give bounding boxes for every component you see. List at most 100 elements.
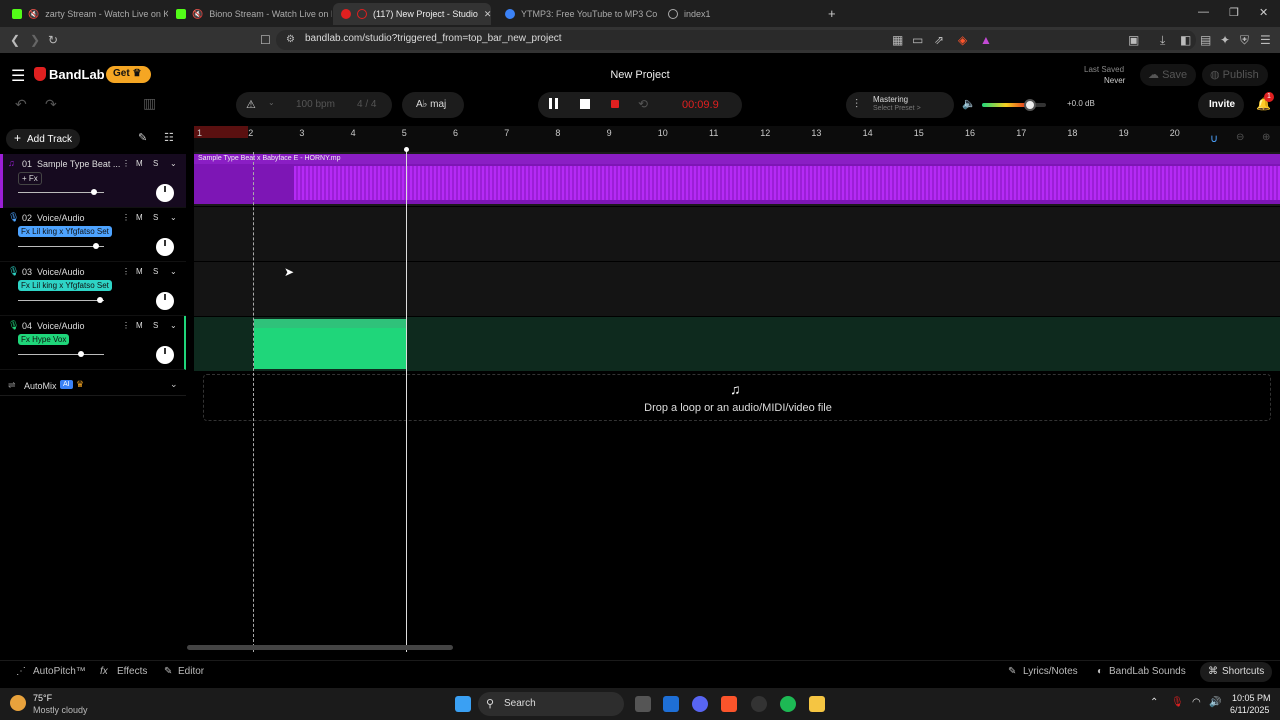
chevron-down-icon[interactable]: ⌄ [268, 98, 275, 107]
browser-tab[interactable]: YTMP3: Free YouTube to MP3 Conve [497, 3, 657, 25]
chevron-down-icon[interactable]: ⌄ [170, 379, 178, 390]
extensions-icon[interactable]: ✦ [1220, 33, 1230, 47]
track-menu-icon[interactable]: ⋮ [122, 213, 130, 222]
new-tab-icon[interactable]: + [828, 6, 836, 21]
chevron-down-icon[interactable]: ⌄ [170, 267, 177, 276]
audio-clip[interactable]: Sample Type Beat x Babyface E - HORNY.mp [194, 154, 1280, 204]
save-button[interactable]: ☁ Save [1140, 64, 1196, 86]
solo-button[interactable]: S [153, 213, 158, 222]
fx-tag[interactable]: Fx Hype Vox [18, 334, 70, 345]
maximize-icon[interactable]: ❐ [1229, 6, 1239, 19]
mute-button[interactable]: M [136, 321, 143, 330]
site-info-icon[interactable]: ⚙ [286, 34, 295, 45]
brave-icon[interactable] [721, 696, 737, 712]
playhead[interactable] [406, 148, 407, 652]
master-volume-slider[interactable] [982, 99, 1046, 111]
shortcuts-button[interactable]: ⌘ Shortcuts [1200, 662, 1272, 682]
weather-icon[interactable] [10, 695, 26, 711]
track-volume-slider[interactable] [91, 189, 98, 195]
pan-knob[interactable] [156, 292, 174, 310]
reader-icon[interactable]: ▦ [892, 33, 903, 47]
pan-knob[interactable] [156, 184, 174, 202]
loop-region[interactable] [194, 126, 248, 138]
playhead-handle[interactable] [404, 147, 409, 152]
track-lane-3[interactable] [194, 262, 1280, 316]
record-icon[interactable] [611, 100, 619, 108]
track-volume-slider[interactable] [92, 243, 99, 249]
add-track-button[interactable]: + Add Track [6, 129, 80, 149]
file-explorer-icon[interactable] [809, 696, 825, 712]
spotify-icon[interactable] [780, 696, 796, 712]
clock-time[interactable]: 10:05 PM [1232, 693, 1271, 703]
browser-tab[interactable]: index1 [660, 3, 820, 25]
sidebar-icon[interactable]: ▣ [1128, 33, 1139, 47]
zoom-in-icon[interactable]: ⊕ [1262, 132, 1270, 143]
track-name[interactable]: 02 Voice/Audio [22, 213, 85, 223]
chevron-down-icon[interactable]: ⌄ [170, 159, 177, 168]
track-row[interactable]: 🎙 03 Voice/Audio ⋮ M S ⌄ Fx Lil king x Y… [0, 262, 186, 316]
download-icon[interactable]: ⤓ [1160, 33, 1165, 48]
undo-icon[interactable]: ↶ [15, 96, 27, 113]
app-icon[interactable] [663, 696, 679, 712]
pan-knob[interactable] [156, 346, 174, 364]
loop-start-marker[interactable] [253, 152, 254, 652]
track-menu-icon[interactable]: ⋮ [122, 321, 130, 330]
drop-zone[interactable]: ♫ Drop a loop or an audio/MIDI/video fil… [203, 374, 1271, 421]
track-volume-slider[interactable] [97, 297, 104, 303]
clock-date[interactable]: 6/11/2025 [1230, 705, 1269, 715]
track-name[interactable]: 03 Voice/Audio [22, 267, 85, 277]
magnet-snap-icon[interactable]: ∪ [1210, 132, 1218, 145]
horizontal-scrollbar[interactable] [187, 645, 453, 650]
obs-icon[interactable] [751, 696, 767, 712]
task-view-icon[interactable] [635, 696, 651, 712]
windows-start-icon[interactable] [455, 696, 471, 712]
discord-icon[interactable] [692, 696, 708, 712]
taskbar-search[interactable]: ⚲ Search [478, 692, 624, 716]
edit-tool-icon[interactable]: ✎ [138, 131, 147, 144]
minimize-icon[interactable]: — [1198, 6, 1209, 18]
stop-icon[interactable] [580, 99, 590, 109]
pause-icon[interactable] [549, 98, 552, 109]
pan-knob[interactable] [156, 238, 174, 256]
effects-button[interactable]: Effects [117, 666, 147, 677]
track-name[interactable]: 04 Voice/Audio [22, 321, 85, 331]
mute-button[interactable]: M [136, 159, 143, 168]
recorded-clip[interactable] [254, 319, 407, 369]
wifi-icon[interactable]: ◠ [1192, 697, 1201, 708]
fx-tag[interactable]: + Fx [18, 172, 42, 185]
track-menu-icon[interactable]: ⋮ [122, 159, 130, 168]
bandlab-sounds-button[interactable]: BandLab Sounds [1109, 666, 1186, 677]
solo-button[interactable]: S [153, 267, 158, 276]
close-tab-icon[interactable]: ✕ [484, 9, 491, 20]
close-window-icon[interactable]: ✕ [1259, 6, 1268, 19]
bpm-field[interactable]: 100 bpm [296, 99, 335, 110]
menu-icon[interactable]: ☰ [1260, 33, 1271, 47]
track-lane-2[interactable] [194, 207, 1280, 261]
wallet-icon[interactable]: ▤ [1200, 33, 1211, 47]
track-name[interactable]: 01 Sample Type Beat ... [22, 159, 120, 169]
loop-icon[interactable]: ⟲ [638, 97, 648, 111]
track-volume-slider[interactable] [78, 351, 85, 357]
volume-tray-icon[interactable]: 🔊 [1209, 697, 1221, 708]
forward-icon[interactable]: ❯ [30, 33, 40, 47]
mute-button[interactable]: M [136, 267, 143, 276]
browser-tab-active[interactable]: (117) New Project - Studio ✕ [333, 3, 491, 25]
track-lane-4[interactable] [194, 317, 1280, 371]
bookmark-icon[interactable]: ☐ [260, 33, 271, 47]
tray-chevron-icon[interactable]: ⌃ [1150, 697, 1158, 708]
timeline-ruler[interactable]: 1 2 3 4 5 6 7 8 9 10 11 12 13 14 15 16 17 18 19 20 ∪ ⊖ ⊕ [194, 126, 1280, 152]
track-row-selected[interactable]: 🎙 04 Voice/Audio ⋮ M S ⌄ Fx Hype Vox [0, 316, 186, 370]
metronome-icon[interactable]: ⚠ [246, 98, 256, 111]
fx-tag[interactable]: Fx Lil king x Yfgfatso Set [18, 226, 112, 237]
mute-button[interactable]: M [136, 213, 143, 222]
share-icon[interactable]: ⇗ [934, 33, 944, 47]
speaker-icon[interactable]: 🔈 [962, 97, 976, 110]
publish-button[interactable]: ◍ Publish [1202, 64, 1268, 86]
automix-row[interactable]: ⇌ AutoMix AI ♛ ⌄ [0, 376, 186, 396]
fx-tag[interactable]: Fx Lil king x Yfgfatso Set [18, 280, 112, 291]
time-signature-field[interactable]: 4 / 4 [357, 99, 376, 110]
split-view-icon[interactable]: ◧ [1180, 33, 1191, 47]
brave-rewards-icon[interactable]: ▲ [980, 33, 992, 47]
volume-knob[interactable] [1024, 99, 1036, 111]
back-icon[interactable]: ❮ [10, 33, 20, 47]
